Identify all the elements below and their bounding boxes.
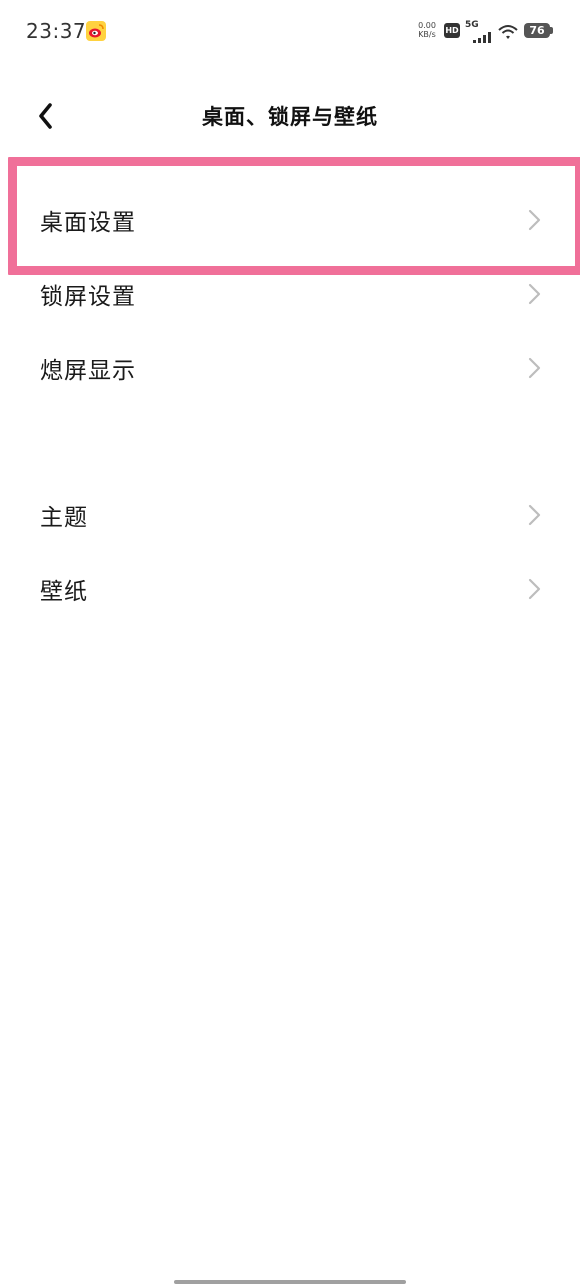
settings-item-always-on-display[interactable]: 熄屏显示 [0, 331, 580, 405]
battery-level: 76 [524, 23, 550, 38]
settings-item-label: 壁纸 [40, 579, 88, 605]
settings-item-wallpaper[interactable]: 壁纸 [0, 552, 580, 626]
net-speed-indicator: 0.00 KB/s [414, 21, 440, 39]
settings-item-label: 桌面设置 [40, 210, 136, 236]
chevron-right-icon [528, 504, 541, 526]
chevron-right-icon [528, 578, 541, 600]
settings-item-label: 锁屏设置 [40, 284, 136, 310]
hd-badge: HD [444, 23, 460, 38]
battery-icon: 76 [524, 23, 554, 38]
page-title: 桌面、锁屏与壁纸 [202, 105, 378, 129]
signal-icon [473, 28, 493, 43]
battery-tip [550, 27, 553, 34]
chevron-right-icon [528, 357, 541, 379]
settings-item-theme[interactable]: 主题 [0, 478, 580, 552]
page-header: 桌面、锁屏与壁纸 [0, 80, 580, 150]
settings-item-desktop[interactable]: 桌面设置 [0, 183, 580, 257]
chevron-right-icon [528, 209, 541, 231]
home-indicator[interactable] [174, 1280, 406, 1284]
weibo-notification-icon [86, 21, 106, 41]
settings-item-lockscreen[interactable]: 锁屏设置 [0, 257, 580, 331]
chevron-right-icon [528, 283, 541, 305]
status-bar: 23:37 0.00 KB/s HD 5G 76 [0, 0, 580, 62]
wifi-icon [498, 24, 518, 40]
status-time: 23:37 [26, 19, 87, 43]
net-speed-value: 0.00 [418, 21, 436, 30]
settings-item-label: 熄屏显示 [40, 358, 136, 384]
net-speed-unit: KB/s [418, 30, 436, 39]
settings-item-label: 主题 [40, 505, 88, 531]
